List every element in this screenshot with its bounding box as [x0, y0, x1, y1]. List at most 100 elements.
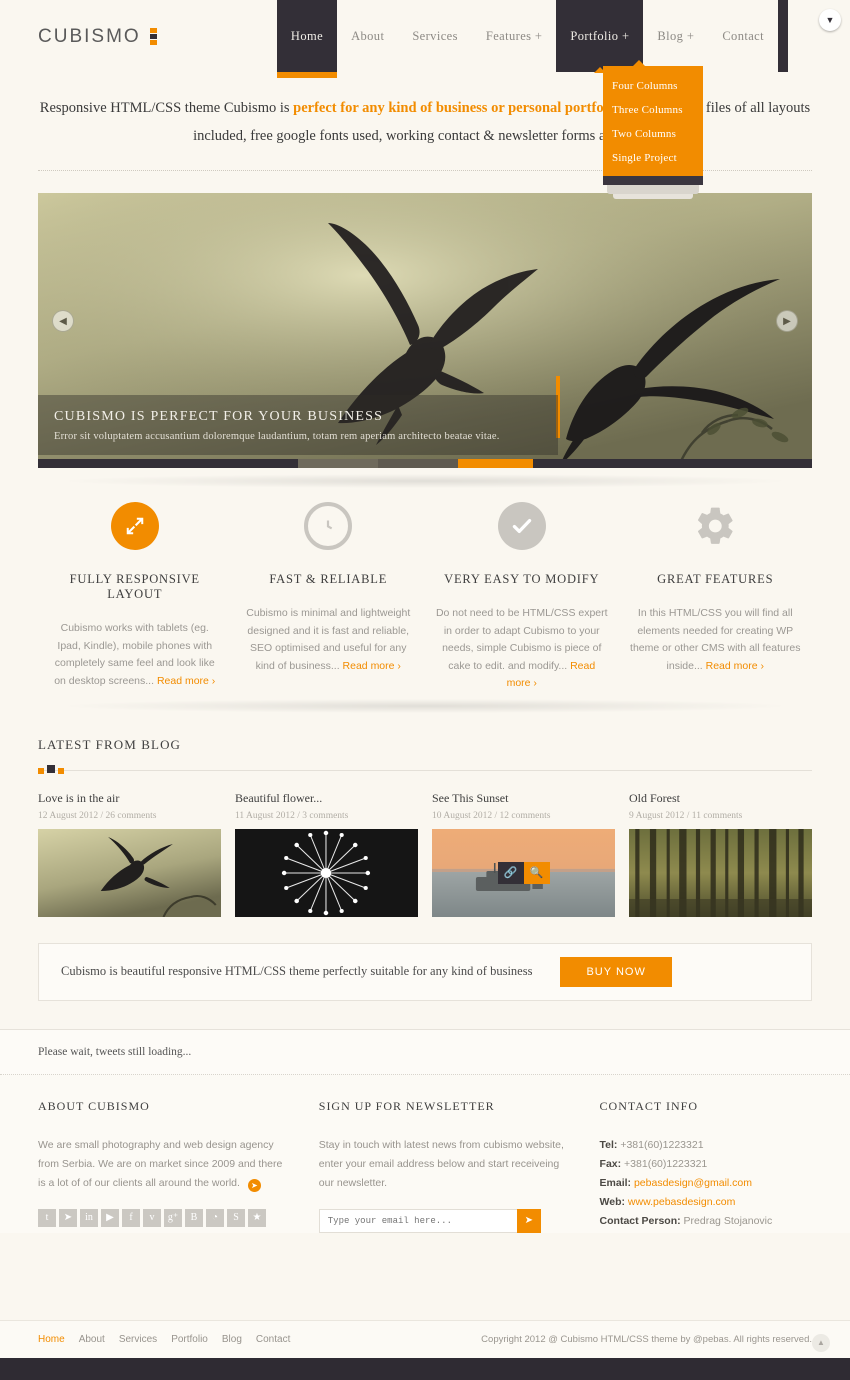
- newsletter-submit-button[interactable]: ➤: [516, 1208, 541, 1233]
- blog-post-title[interactable]: Old Forest: [629, 791, 812, 806]
- feature-title: VERY EASY TO MODIFY: [444, 572, 600, 586]
- clock-icon: [304, 502, 353, 550]
- newsletter-email-input[interactable]: [318, 1208, 517, 1233]
- hero-slider[interactable]: ◀ ▶ CUBISMO IS PERFECT FOR YOUR BUSINESS…: [38, 193, 812, 468]
- read-more-link[interactable]: Read more ›: [706, 660, 764, 672]
- blog-post-title[interactable]: See This Sunset: [432, 791, 615, 806]
- nav-item-blog[interactable]: Blog +: [643, 0, 709, 72]
- dropdown-item[interactable]: Four Columns: [603, 74, 703, 98]
- slider-pager-segment[interactable]: [298, 459, 378, 468]
- skype-icon[interactable]: S: [227, 1208, 245, 1227]
- blog-post-card: Old Forest 9 August 2012 / 11 comments: [629, 791, 812, 917]
- blog-post-card: See This Sunset 10 August 2012 / 12 comme…: [432, 791, 615, 917]
- dropdown-shadow-2: [613, 194, 693, 199]
- footer-nav-link[interactable]: Home: [38, 1334, 65, 1345]
- footer-nav-link[interactable]: Services: [119, 1334, 157, 1345]
- copyright-text: Copyright 2012 @ Cubismo HTML/CSS theme …: [481, 1334, 812, 1345]
- dropdown-item[interactable]: Three Columns: [603, 98, 703, 122]
- nav-item-services[interactable]: Services: [398, 0, 472, 72]
- blog-post-thumbnail[interactable]: 🔗 🔍: [432, 828, 615, 917]
- contact-row: Tel: +381(60)1223321: [600, 1136, 812, 1155]
- buy-now-button[interactable]: BUY NOW: [560, 956, 672, 987]
- feature-text: Do not need to be HTML/CSS expert in ord…: [435, 605, 609, 693]
- blog-section-title: LATEST FROM BLOG: [38, 736, 182, 752]
- feature-column: FAST & RELIABLE Cubismo is minimal and li…: [232, 502, 426, 693]
- slider-pager-segment[interactable]: [458, 459, 533, 468]
- blog-post-title[interactable]: Beautiful flower...: [235, 791, 418, 806]
- feature-text: Cubismo works with tablets (eg. Ipad, Ki…: [48, 620, 222, 690]
- blog-post-thumbnail[interactable]: [235, 828, 418, 917]
- feature-title: FULLY RESPONSIVE LAYOUT: [69, 572, 200, 601]
- facebook-icon[interactable]: f: [122, 1208, 140, 1227]
- blogger-icon[interactable]: B: [185, 1208, 203, 1227]
- dropdown-caret-icon: [633, 60, 645, 66]
- nav-item-label: Services: [412, 28, 458, 43]
- blog-section-header: LATEST FROM BLOG: [38, 737, 812, 775]
- contact-value[interactable]: www.pebasdesign.com: [625, 1196, 735, 1208]
- slider-pagination[interactable]: [38, 459, 812, 468]
- slider-pager-segment[interactable]: [378, 459, 458, 468]
- dropdown-item[interactable]: Single Project: [603, 146, 703, 170]
- nav-item-home[interactable]: Home: [276, 0, 338, 78]
- footer-about-column: ABOUT CUBISMO We are small photography a…: [38, 1099, 319, 1233]
- nav-item-contact[interactable]: Contact: [708, 0, 778, 72]
- search-icon[interactable]: 🔍: [523, 861, 550, 884]
- youtube-icon[interactable]: ▶: [101, 1208, 119, 1227]
- blog-post-card: Beautiful flower... 11 August 2012 / 3 co…: [235, 791, 418, 917]
- footer-nav-link[interactable]: About: [79, 1334, 105, 1345]
- footer-nav: Home About Services Portfolio Blog Contact: [38, 1334, 290, 1345]
- rss-icon[interactable]: ◔: [206, 1208, 224, 1227]
- read-more-link[interactable]: Read more ›: [157, 675, 215, 687]
- blog-post-thumbnail[interactable]: [38, 828, 221, 917]
- dropdown-item[interactable]: Two Columns: [603, 122, 703, 146]
- contact-label: Tel:: [599, 1138, 618, 1151]
- star-icon[interactable]: ★: [248, 1208, 266, 1227]
- nav-item-label: Contact: [722, 28, 764, 43]
- twitter-icon[interactable]: ➤: [59, 1208, 77, 1227]
- blog-post-title[interactable]: Love is in the air: [38, 791, 221, 806]
- tumblr-icon[interactable]: t: [38, 1208, 56, 1227]
- contact-value[interactable]: pebasdesign@gmail.com: [631, 1177, 752, 1189]
- resize-arrows-icon: [110, 502, 159, 550]
- vimeo-icon[interactable]: v: [143, 1208, 161, 1227]
- dropdown-panel: Four Columns Three Columns Two Columns Sing…: [603, 66, 703, 176]
- footer-nav-link[interactable]: Contact: [256, 1334, 290, 1345]
- header-toggle-button[interactable]: ▼: [819, 9, 841, 31]
- nav-item-about[interactable]: About: [337, 0, 399, 72]
- about-more-icon[interactable]: ➤: [247, 1178, 261, 1192]
- intro-before: Responsive HTML/CSS theme Cubismo is: [39, 100, 294, 116]
- slider-prev-button[interactable]: ◀: [52, 310, 74, 332]
- nav-item-features[interactable]: Features +: [471, 0, 557, 72]
- contact-row: Fax: +381(60)1223321: [600, 1155, 812, 1174]
- link-icon[interactable]: 🔗: [497, 861, 524, 884]
- googleplus-icon[interactable]: g⁺: [164, 1208, 182, 1227]
- footer-nav-link[interactable]: Blog: [222, 1334, 242, 1345]
- feature-text: Cubismo is minimal and lightweight desig…: [242, 605, 416, 675]
- footer-bottom-strip: [0, 1358, 850, 1380]
- slider-pager-segment[interactable]: [533, 459, 812, 468]
- nav-item-label: Features +: [485, 28, 543, 43]
- linkedin-icon[interactable]: in: [80, 1208, 98, 1227]
- page-root: CUBISMO Home About Services Features + Portf…: [0, 0, 850, 1380]
- blog-post-meta: 9 August 2012 / 11 comments: [629, 810, 743, 821]
- scroll-to-top-button[interactable]: ▲: [812, 1334, 830, 1352]
- blog-post-meta: 11 August 2012 / 3 comments: [235, 810, 349, 821]
- about-text-value: We are small photography and web design …: [38, 1138, 283, 1189]
- about-title: ABOUT CUBISMO: [38, 1098, 150, 1113]
- slider-pager-segment[interactable]: [38, 459, 298, 468]
- slider-next-button[interactable]: ▶: [776, 310, 798, 332]
- gear-icon: [691, 502, 739, 550]
- feature-text: In this HTML/CSS you will find all eleme…: [629, 605, 803, 675]
- read-more-link[interactable]: Read more ›: [343, 660, 401, 672]
- blog-post-thumbnail[interactable]: [629, 828, 812, 917]
- site-logo[interactable]: CUBISMO: [38, 26, 157, 48]
- header-right-panel: [788, 0, 850, 72]
- portfolio-dropdown: Four Columns Three Columns Two Columns Sing…: [603, 60, 703, 199]
- nav-item-portfolio[interactable]: Portfolio +: [556, 0, 644, 73]
- nav-item-label: Home: [290, 28, 324, 43]
- section-divider-bottom: [38, 693, 812, 719]
- blog-post-meta: 10 August 2012 / 12 comments: [432, 810, 551, 821]
- check-circle-icon: [497, 502, 546, 550]
- site-footer: ABOUT CUBISMO We are small photography a…: [0, 1074, 850, 1233]
- footer-nav-link[interactable]: Portfolio: [171, 1334, 208, 1345]
